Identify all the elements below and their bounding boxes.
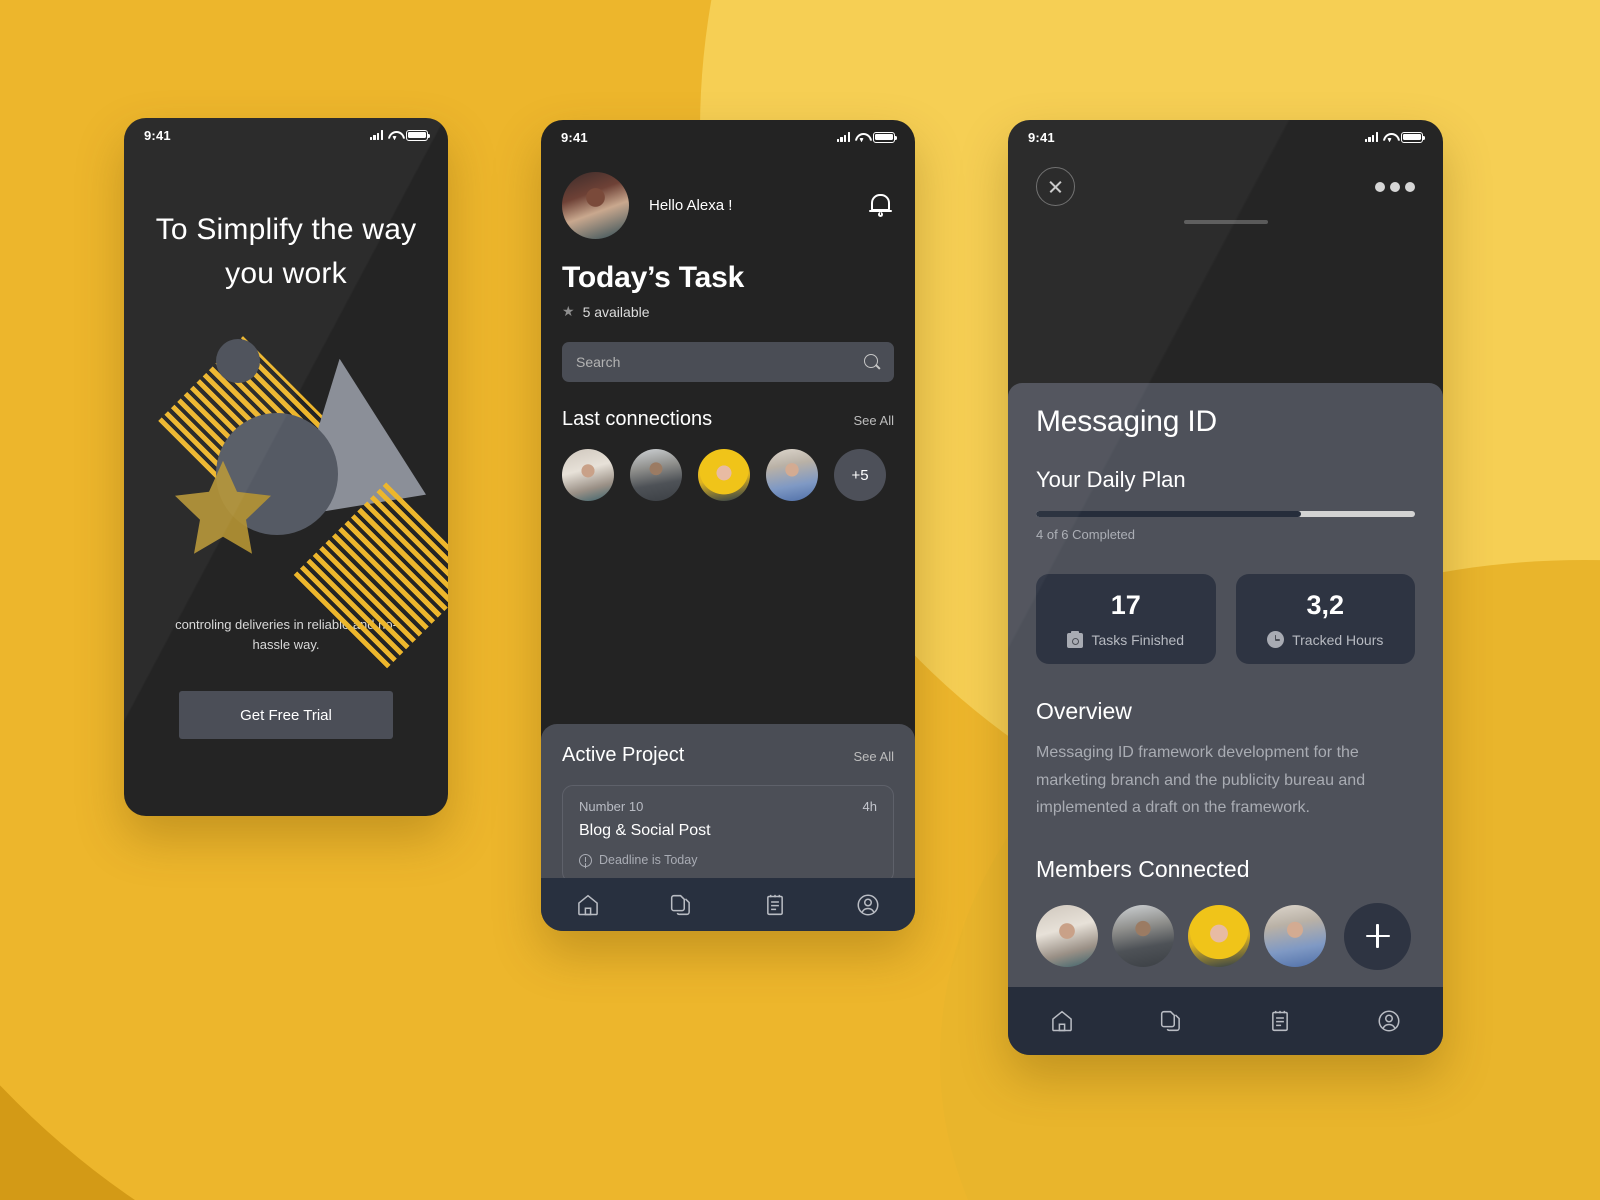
task-deadline-label: Deadline is Today: [599, 853, 698, 867]
connections-avatar-row: +5: [562, 449, 894, 501]
stat-value: 3,2: [1306, 590, 1345, 620]
status-icons: [1364, 131, 1426, 143]
profile-icon[interactable]: [855, 892, 881, 918]
battery-icon: [1401, 131, 1426, 143]
bell-icon[interactable]: [868, 192, 894, 220]
stat-label-row: Tasks Finished: [1036, 631, 1216, 648]
bottom-nav: [1008, 987, 1443, 1055]
alert-circle-icon: [579, 853, 592, 867]
members-title: Members Connected: [1036, 855, 1250, 882]
profile-icon[interactable]: [1376, 1008, 1402, 1034]
avatar[interactable]: [766, 449, 818, 501]
avatar[interactable]: [1036, 905, 1098, 968]
page-title: Messaging ID: [1036, 405, 1218, 438]
phone-today-task: 9:41 Hello Alexa ! Today’s Task ★ 5 avai…: [541, 120, 915, 931]
overview-body: Messaging ID framework development for t…: [1036, 744, 1366, 817]
see-all-projects-link[interactable]: See All: [854, 749, 894, 764]
abstract-shapes-illustration: [141, 319, 448, 669]
task-number: Number 10: [579, 799, 644, 814]
task-card-top: Number 10 4h: [579, 799, 877, 814]
small-circle-shape: [216, 338, 260, 383]
avatar[interactable]: [698, 449, 750, 501]
stat-label: Tasks Finished: [1091, 631, 1185, 648]
status-icons: [369, 129, 431, 141]
files-icon[interactable]: [668, 892, 694, 918]
user-header-row: Hello Alexa !: [562, 172, 894, 239]
status-time: 9:41: [561, 129, 588, 145]
status-bar: 9:41: [124, 118, 448, 152]
cellular-signal-icon: [836, 132, 850, 142]
files-icon[interactable]: [1158, 1008, 1184, 1034]
status-bar: 9:41: [541, 120, 915, 154]
status-bar: 9:41: [1008, 120, 1443, 154]
cellular-signal-icon: [369, 130, 383, 140]
battery-icon: [406, 129, 431, 141]
progress-bar: [1036, 511, 1415, 517]
available-tasks-row: ★ 5 available: [562, 303, 894, 320]
clipboard-check-icon: [1067, 631, 1084, 648]
detail-top-bar: [1008, 154, 1443, 206]
search-icon[interactable]: [864, 354, 880, 370]
page-title: To Simplify the way you work: [155, 213, 417, 291]
search-input[interactable]: [576, 354, 856, 370]
stats-row: 17 Tasks Finished 3,2 Tracked Hours: [1036, 574, 1415, 664]
connections-overflow-badge[interactable]: +5: [834, 449, 886, 501]
status-icons: [836, 131, 898, 143]
see-all-connections-link[interactable]: See All: [854, 413, 894, 428]
status-time: 9:41: [144, 127, 171, 143]
avatar[interactable]: [630, 449, 682, 501]
section-title: Active Project: [562, 744, 685, 766]
daily-plan-label: Your Daily Plan: [1036, 467, 1186, 492]
stat-card-tasks-finished[interactable]: 17 Tasks Finished: [1036, 574, 1216, 664]
avatar[interactable]: [562, 449, 614, 501]
more-dots-icon[interactable]: [1375, 181, 1415, 192]
plus-icon[interactable]: [1344, 902, 1411, 970]
wifi-icon: [1383, 132, 1396, 142]
task-deadline-row: Deadline is Today: [579, 853, 877, 867]
task-card[interactable]: Number 10 4h Blog & Social Post Deadline…: [562, 785, 894, 883]
task-screen-content: Hello Alexa ! Today’s Task ★ 5 available…: [541, 172, 915, 501]
stat-card-tracked-hours[interactable]: 3,2 Tracked Hours: [1235, 574, 1416, 664]
phone-onboarding: 9:41 To Simplify the way you work contro…: [124, 118, 448, 816]
home-icon[interactable]: [1049, 1008, 1075, 1034]
home-icon[interactable]: [575, 892, 601, 918]
avatar[interactable]: [1188, 905, 1250, 968]
task-title: Blog & Social Post: [579, 822, 711, 839]
phone-project-detail: 9:41 Messaging ID Your Daily Plan 4 of 6…: [1008, 120, 1443, 1055]
available-tasks-label: 5 available: [582, 303, 650, 320]
wifi-icon: [388, 130, 401, 140]
greeting-text: Hello Alexa !: [649, 197, 733, 214]
detail-sheet: Messaging ID Your Daily Plan 4 of 6 Comp…: [1008, 383, 1443, 1055]
stat-value: 17: [1110, 590, 1141, 620]
battery-icon: [873, 131, 898, 143]
task-hours: 4h: [862, 799, 877, 814]
overview-title: Overview: [1036, 698, 1132, 724]
notes-icon[interactable]: [762, 892, 788, 918]
sheet-grabber[interactable]: [1183, 220, 1268, 224]
avatar[interactable]: [1264, 905, 1326, 968]
avatar[interactable]: [562, 172, 629, 239]
get-free-trial-button[interactable]: Get Free Trial: [179, 691, 393, 740]
star-icon: ★: [562, 303, 575, 319]
close-circle-icon[interactable]: [1036, 167, 1075, 206]
clock-icon: [1267, 631, 1285, 648]
section-title: Last connections: [562, 408, 713, 430]
page-title: Today’s Task: [562, 261, 745, 294]
avatar[interactable]: [1112, 905, 1174, 968]
stat-label: Tracked Hours: [1292, 631, 1384, 648]
progress-text: 4 of 6 Completed: [1036, 527, 1136, 542]
active-project-header: Active Project See All: [562, 744, 894, 767]
search-bar[interactable]: [562, 342, 894, 382]
bottom-nav: [541, 878, 915, 931]
cellular-signal-icon: [1364, 132, 1378, 142]
status-time: 9:41: [1028, 129, 1055, 145]
stat-label-row: Tracked Hours: [1236, 631, 1416, 648]
last-connections-header: Last connections See All: [562, 408, 894, 431]
wifi-icon: [855, 132, 868, 142]
notes-icon[interactable]: [1267, 1008, 1293, 1034]
members-avatar-row: [1036, 902, 1415, 970]
progress-bar-fill: [1036, 511, 1302, 517]
